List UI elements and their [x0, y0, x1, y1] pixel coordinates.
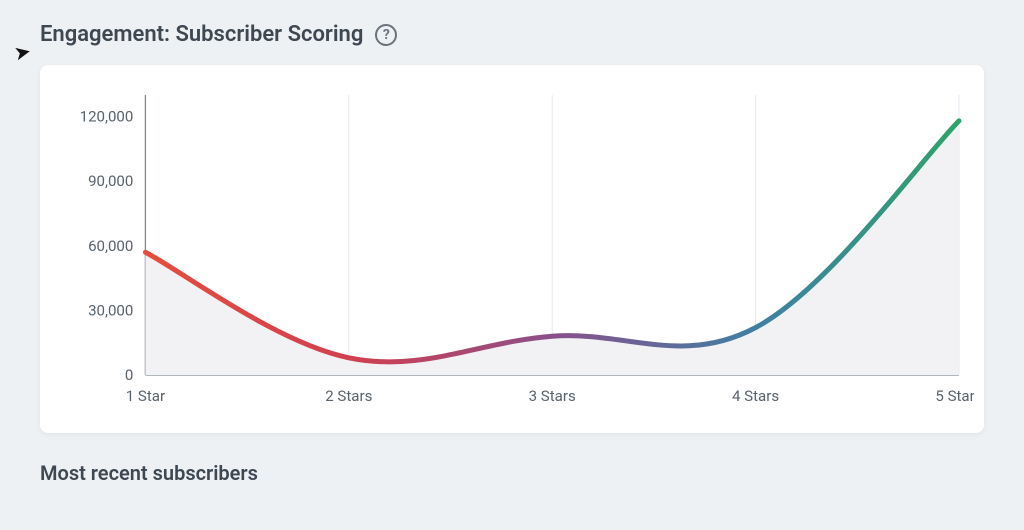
section-title: Engagement: Subscriber Scoring — [40, 22, 363, 47]
section-header: ➤ Engagement: Subscriber Scoring ? — [40, 22, 984, 47]
x-tick-label: 1 Star — [126, 387, 165, 405]
chart-card: 0 30,000 60,000 90,000 120,000 1 Star 2 Stars… — [40, 65, 984, 433]
page-root: ➤ Engagement: Subscriber Scoring ? — [0, 0, 1024, 495]
y-tick-label: 90,000 — [88, 172, 133, 190]
y-tick-label: 0 — [125, 366, 133, 384]
x-tick-label: 3 Stars — [529, 387, 576, 405]
x-tick-label: 5 Stars — [935, 387, 974, 405]
cursor-icon: ➤ — [12, 39, 33, 66]
x-tick-label: 4 Stars — [732, 387, 779, 405]
section2-title: Most recent subscribers — [40, 461, 984, 485]
y-tick-label: 60,000 — [88, 237, 133, 255]
y-tick-label: 120,000 — [80, 108, 134, 126]
y-tick-label: 30,000 — [88, 301, 133, 319]
x-tick-label: 2 Stars — [325, 387, 372, 405]
engagement-chart: 0 30,000 60,000 90,000 120,000 1 Star 2 Stars… — [50, 85, 974, 415]
help-icon[interactable]: ? — [375, 24, 397, 46]
